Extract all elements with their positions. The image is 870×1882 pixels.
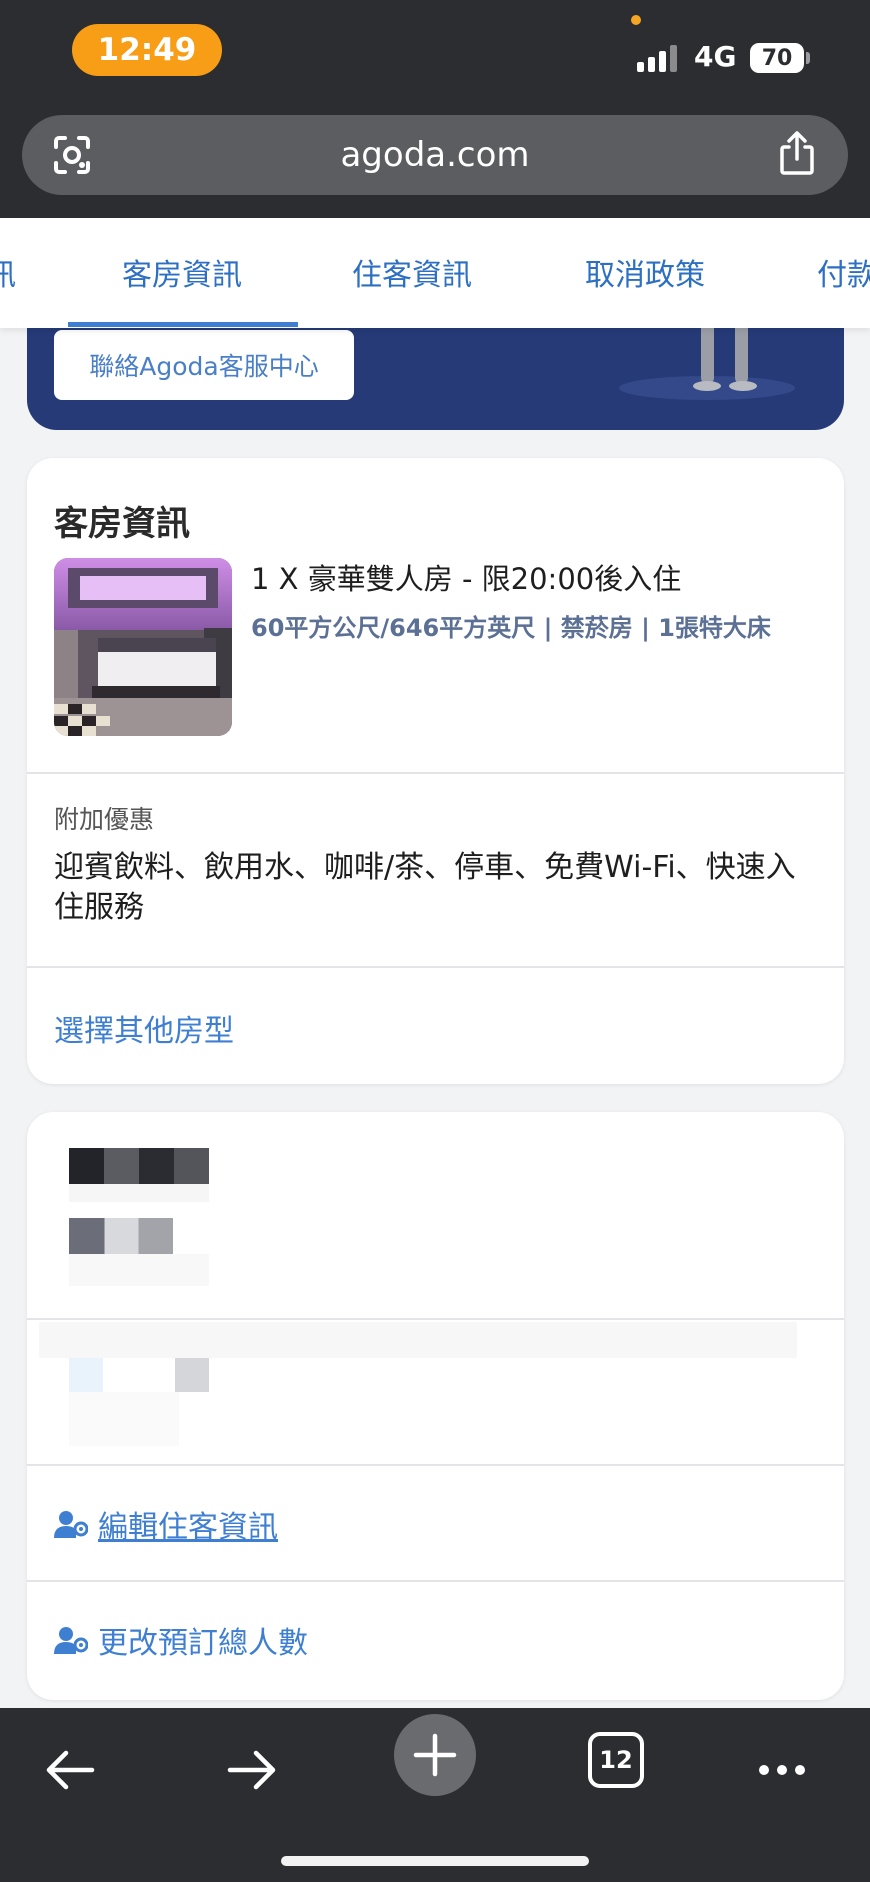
redacted-block (69, 1358, 103, 1392)
contact-support-button[interactable]: 聯絡Agoda客服中心 (54, 330, 354, 400)
edit-guest-info-link[interactable]: 編輯住客資訊 (54, 1502, 278, 1546)
tab-count: 12 (599, 1746, 633, 1774)
tabs-count-icon[interactable]: 12 (588, 1732, 644, 1788)
tab-guest-info[interactable]: 住客資訊 (352, 250, 472, 294)
redacted-block (69, 1392, 179, 1446)
divider (27, 1464, 844, 1466)
redacted-guest-name (69, 1148, 209, 1184)
network-type: 4G (694, 40, 737, 73)
user-settings-icon (54, 1511, 88, 1538)
back-arrow-icon[interactable] (40, 1740, 100, 1800)
guest-info-card: 編輯住客資訊 更改預訂總人數 (27, 1112, 844, 1700)
user-settings-icon (54, 1627, 88, 1654)
browser-bottom-toolbar: 12 (0, 1708, 870, 1882)
room-name: 1 X 豪華雙人房 - 限20:00後入住 (251, 562, 682, 596)
divider (27, 1318, 844, 1320)
tab-partial-left[interactable]: 訊 (0, 250, 16, 294)
forward-arrow-icon[interactable] (222, 1740, 282, 1800)
room-photo[interactable] (54, 558, 232, 736)
change-guest-count-link[interactable]: 更改預訂總人數 (54, 1618, 308, 1662)
active-tab-indicator (68, 322, 298, 327)
perks-label: 附加優惠 (54, 805, 155, 834)
signal-strength-icon (637, 44, 681, 72)
battery-icon: 70 (750, 43, 804, 73)
address-bar[interactable]: agoda.com (22, 115, 848, 195)
room-photo-image (54, 558, 232, 736)
redacted-block (39, 1322, 797, 1358)
divider (27, 772, 844, 774)
perks-text: 迎賓飲料、飲用水、咖啡/茶、停車、免費Wi-Fi、快速入住服務 (54, 850, 796, 925)
section-tab-nav: 訊 客房資訊 住客資訊 取消政策 付款 (0, 218, 870, 328)
status-time: 12:49 (72, 24, 222, 76)
room-specs: 60平方公尺/646平方英尺 | 禁菸房 | 1張特大床 (251, 614, 771, 642)
change-room-type-link[interactable]: 選擇其他房型 (54, 1006, 234, 1050)
tab-payment[interactable]: 付款 (817, 250, 870, 294)
change-guest-count-label[interactable]: 更改預訂總人數 (98, 1618, 308, 1662)
redacted-block (69, 1184, 209, 1202)
tab-room-info[interactable]: 客房資訊 (122, 250, 242, 294)
home-indicator (281, 1856, 589, 1866)
divider (27, 966, 844, 968)
redacted-guest-detail (69, 1218, 173, 1254)
room-info-card: 客房資訊 1 X 豪華雙人房 - 限20:00後入住 60平方公尺/646平方英… (27, 458, 844, 1084)
battery-tip (806, 52, 810, 64)
divider (27, 1580, 844, 1582)
edit-guest-info-label[interactable]: 編輯住客資訊 (98, 1502, 278, 1546)
privacy-indicator-dot (631, 15, 641, 25)
redacted-block (175, 1358, 209, 1392)
redacted-block (69, 1254, 209, 1286)
new-tab-plus-icon[interactable] (394, 1714, 476, 1796)
url-text[interactable]: agoda.com (22, 115, 848, 195)
share-icon[interactable] (772, 129, 822, 179)
more-options-icon[interactable] (752, 1740, 812, 1800)
tab-cancellation-policy[interactable]: 取消政策 (585, 250, 705, 294)
battery-level: 70 (761, 45, 793, 71)
browser-top-chrome: 12:49 4G 70 agoda.com (0, 0, 870, 218)
room-info-title: 客房資訊 (54, 504, 190, 544)
